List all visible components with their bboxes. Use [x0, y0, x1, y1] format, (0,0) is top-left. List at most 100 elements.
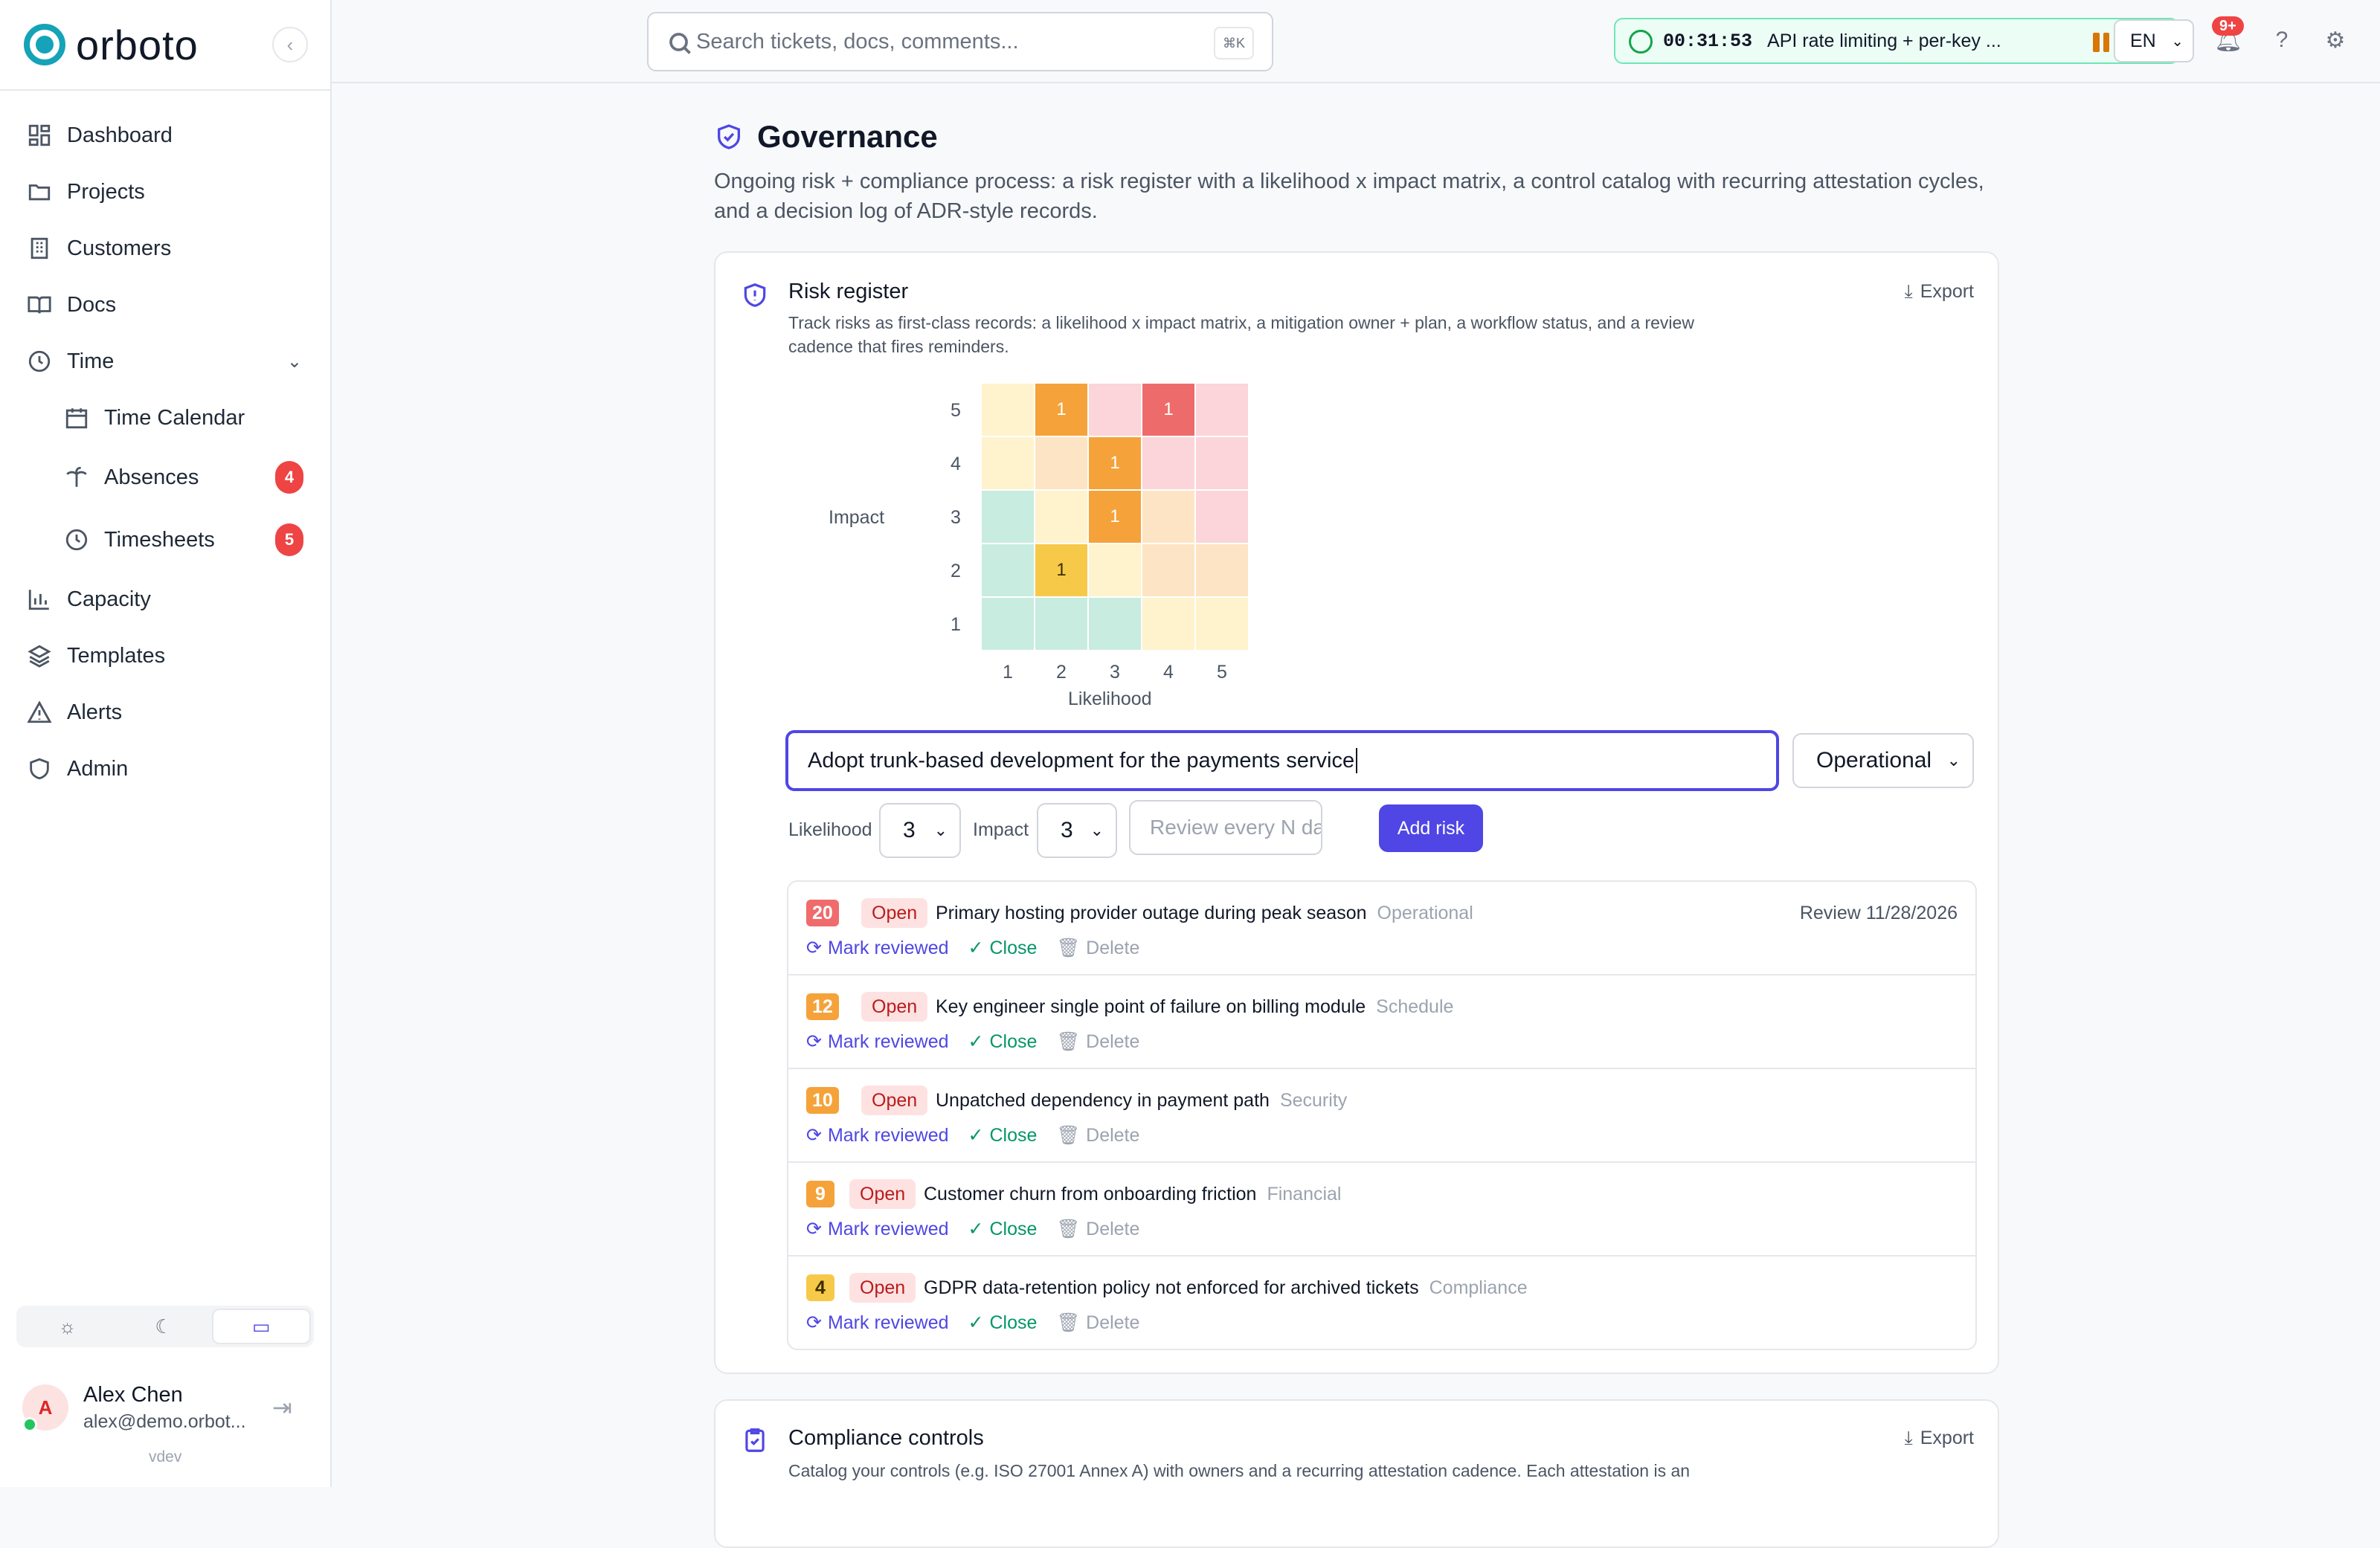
export-button[interactable]: ⤓ Export [1905, 1428, 1974, 1449]
x-tick-label: 5 [1217, 662, 1227, 683]
matrix-cell[interactable] [982, 437, 1034, 489]
delete-risk-button[interactable]: 🗑︎ Delete [1056, 1312, 1139, 1334]
risk-title[interactable]: Primary hosting provider outage during p… [936, 903, 1473, 924]
export-button[interactable]: ⤓ Export [1905, 281, 1974, 303]
mark-reviewed-button[interactable]: ⟳ Mark reviewed [806, 1218, 949, 1240]
sidebar-item-customers[interactable]: Customers [27, 226, 309, 271]
matrix-cell[interactable]: 1 [1035, 544, 1087, 596]
sidebar-item-docs[interactable]: Docs [27, 283, 309, 327]
user-profile[interactable]: A Alex Chen alex@demo.orbot... ⇥ [22, 1381, 320, 1433]
close-risk-button[interactable]: ✓ Close [968, 937, 1038, 959]
matrix-cell[interactable] [1035, 437, 1087, 489]
language-select[interactable]: EN ⌄ [2114, 19, 2194, 62]
chevron-down-icon: ⌄ [2171, 33, 2184, 50]
matrix-cell[interactable] [1142, 544, 1194, 596]
running-timer[interactable]: 00:31:53 API rate limiting + per-key ... [1614, 18, 2179, 64]
risk-title-text: Key engineer single point of failure on … [936, 996, 1366, 1017]
sidebar-item-label: Templates [67, 643, 166, 668]
collapse-sidebar-button[interactable]: ‹ [272, 27, 308, 62]
delete-label: Delete [1086, 937, 1140, 958]
x-tick-label: 1 [1003, 662, 1013, 683]
sidebar-item-alerts[interactable]: Alerts [27, 690, 309, 735]
risk-title[interactable]: Customer churn from onboarding friction F… [924, 1184, 1342, 1205]
close-label: Close [989, 1031, 1038, 1052]
matrix-cell[interactable]: 1 [1035, 384, 1087, 436]
matrix-cell[interactable] [1196, 544, 1248, 596]
matrix-cell[interactable] [1089, 384, 1141, 436]
matrix-cell[interactable]: 1 [1089, 437, 1141, 489]
sidebar-item-timesheets[interactable]: Timesheets 5 [64, 517, 309, 562]
book-icon [28, 296, 51, 314]
shield-icon [30, 758, 49, 780]
matrix-cell[interactable]: 1 [1089, 491, 1141, 543]
text-cursor [1356, 748, 1358, 773]
sidebar-item-time[interactable]: Time ⌄ [27, 339, 309, 384]
mark-reviewed-button[interactable]: ⟳ Mark reviewed [806, 1124, 949, 1147]
matrix-cell[interactable] [1142, 437, 1194, 489]
close-risk-button[interactable]: ✓ Close [968, 1312, 1038, 1334]
matrix-cell[interactable] [1035, 598, 1087, 650]
matrix-cell[interactable] [982, 598, 1034, 650]
logo[interactable]: orboto [24, 21, 199, 68]
matrix-cell[interactable] [1196, 384, 1248, 436]
divider [0, 89, 330, 91]
risk-category: Compliance [1429, 1277, 1528, 1298]
mark-reviewed-button[interactable]: ⟳ Mark reviewed [806, 937, 949, 959]
delete-risk-button[interactable]: 🗑︎ Delete [1056, 1031, 1139, 1053]
add-risk-button[interactable]: Add risk [1379, 804, 1483, 852]
matrix-cell[interactable] [1089, 598, 1141, 650]
pause-icon[interactable] [2093, 33, 2109, 52]
impact-select[interactable]: 3 ⌄ [1037, 803, 1117, 858]
likelihood-select[interactable]: 3 ⌄ [879, 803, 961, 858]
matrix-cell[interactable]: 1 [1142, 384, 1194, 436]
help-icon[interactable]: ? [2267, 25, 2297, 55]
matrix-cell[interactable] [1142, 491, 1194, 543]
matrix-cell[interactable] [1089, 544, 1141, 596]
shield-check-icon [718, 124, 740, 149]
search-input[interactable]: Search tickets, docs, comments... ⌘K [647, 12, 1273, 71]
status-badge: Open [849, 1273, 916, 1303]
delete-risk-button[interactable]: 🗑︎ Delete [1056, 1124, 1139, 1147]
sidebar-item-time-calendar[interactable]: Time Calendar [64, 396, 309, 440]
matrix-cell[interactable] [1035, 491, 1087, 543]
sidebar-item-dashboard[interactable]: Dashboard [27, 113, 309, 158]
refresh-icon: ⟳ [806, 1125, 822, 1146]
risk-title-input[interactable]: Adopt trunk-based development for the pa… [785, 730, 1779, 791]
logout-icon[interactable]: ⇥ [272, 1393, 292, 1422]
matrix-cell[interactable] [1196, 491, 1248, 543]
mark-reviewed-button[interactable]: ⟳ Mark reviewed [806, 1312, 949, 1334]
system-theme-monitor-icon[interactable]: ▭ [211, 1309, 311, 1344]
matrix-cell[interactable] [1196, 437, 1248, 489]
sidebar-item-absences[interactable]: Absences 4 [64, 455, 309, 500]
close-risk-button[interactable]: ✓ Close [968, 1218, 1038, 1240]
matrix-cell[interactable] [982, 491, 1034, 543]
sidebar-item-projects[interactable]: Projects [27, 170, 309, 214]
category-select[interactable]: Operational ⌄ [1792, 733, 1974, 788]
theme-switcher: ☼ ☾ ▭ [16, 1306, 314, 1347]
logo-text: orboto [76, 21, 199, 68]
dark-theme-moon-icon[interactable]: ☾ [115, 1309, 211, 1344]
delete-label: Delete [1086, 1218, 1140, 1239]
gear-icon[interactable]: ⚙ [2320, 25, 2350, 55]
close-risk-button[interactable]: ✓ Close [968, 1124, 1038, 1147]
sidebar-item-templates[interactable]: Templates [27, 633, 309, 678]
mark-reviewed-label: Mark reviewed [827, 1031, 949, 1052]
review-cadence-input[interactable]: Review every N da [1129, 800, 1322, 855]
matrix-cell[interactable] [982, 384, 1034, 436]
delete-risk-button[interactable]: 🗑︎ Delete [1056, 1218, 1139, 1240]
delete-risk-button[interactable]: 🗑︎ Delete [1056, 937, 1139, 959]
close-risk-button[interactable]: ✓ Close [968, 1031, 1038, 1053]
matrix-cell[interactable] [982, 544, 1034, 596]
sidebar-item-admin[interactable]: Admin [27, 746, 309, 791]
matrix-cell[interactable] [1142, 598, 1194, 650]
risk-title[interactable]: GDPR data-retention policy not enforced … [924, 1277, 1528, 1299]
sidebar-item-capacity[interactable]: Capacity [27, 577, 309, 622]
timer-time: 00:31:53 [1663, 30, 1753, 52]
mark-reviewed-button[interactable]: ⟳ Mark reviewed [806, 1031, 949, 1053]
risk-title[interactable]: Unpatched dependency in payment path Secu… [936, 1090, 1347, 1112]
impact-label: Impact [973, 819, 1029, 840]
risk-title-text: Unpatched dependency in payment path [936, 1090, 1270, 1111]
matrix-cell[interactable] [1196, 598, 1248, 650]
risk-title[interactable]: Key engineer single point of failure on … [936, 996, 1453, 1018]
light-theme-sun-icon[interactable]: ☼ [19, 1309, 115, 1344]
